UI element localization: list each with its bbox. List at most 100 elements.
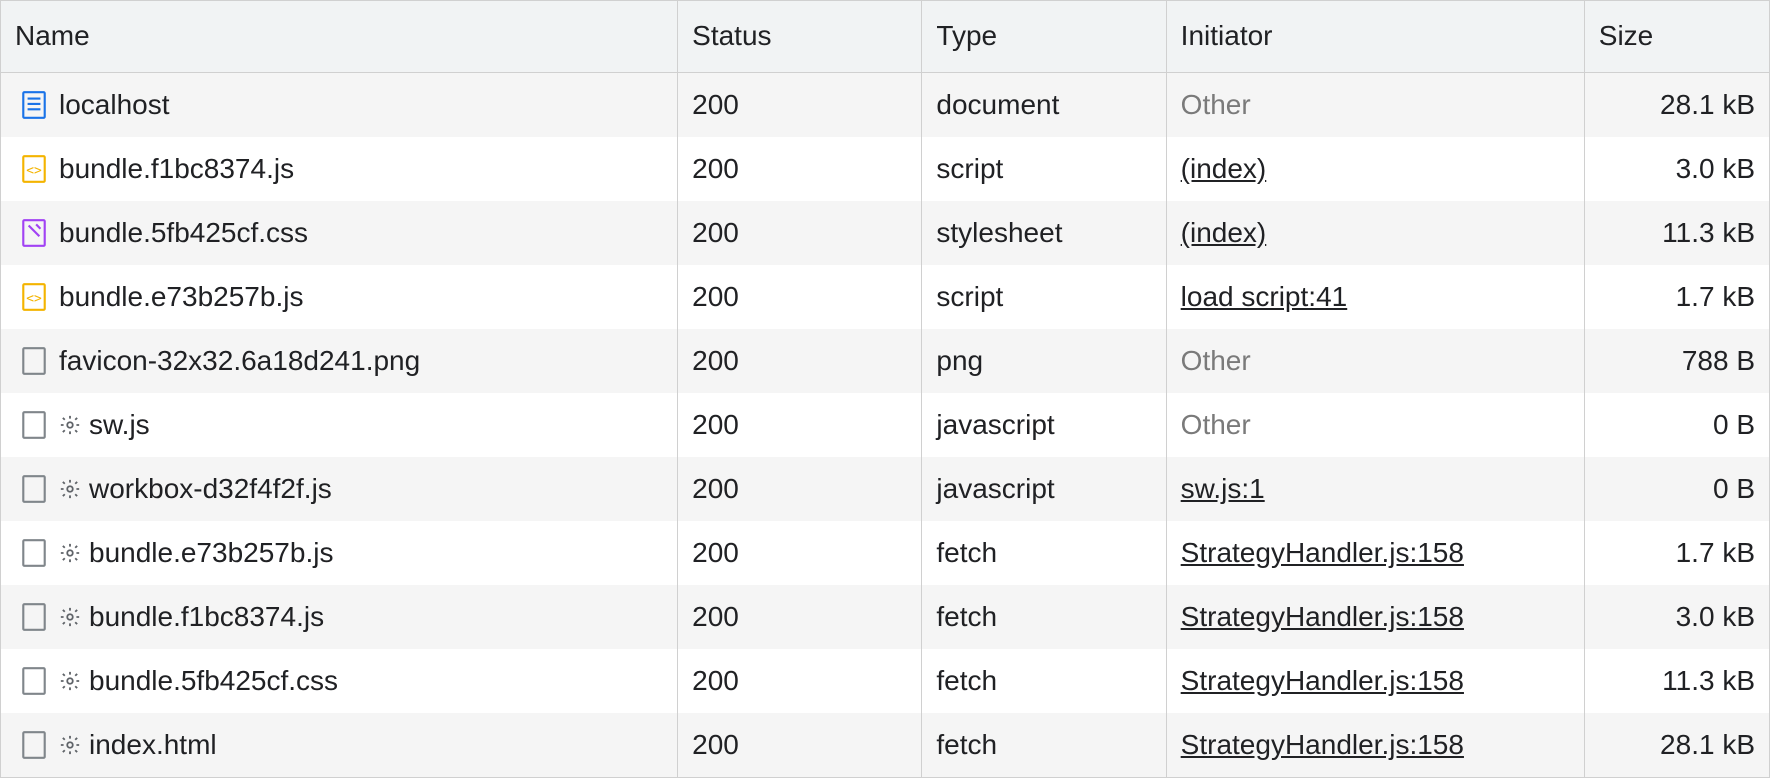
cell-size: 1.7 kB bbox=[1584, 265, 1769, 329]
column-header-type[interactable]: Type bbox=[922, 1, 1166, 73]
cell-status: 200 bbox=[678, 265, 922, 329]
initiator-link[interactable]: StrategyHandler.js:158 bbox=[1181, 729, 1464, 760]
cell-initiator[interactable]: StrategyHandler.js:158 bbox=[1166, 713, 1584, 778]
cell-type: fetch bbox=[922, 713, 1166, 778]
cell-name[interactable]: bundle.5fb425cf.css bbox=[1, 201, 678, 265]
blank-file-icon bbox=[21, 410, 47, 440]
cell-initiator[interactable]: load script:41 bbox=[1166, 265, 1584, 329]
service-worker-gear-icon bbox=[59, 414, 81, 436]
network-row[interactable]: bundle.5fb425cf.css200stylesheet(index)1… bbox=[1, 201, 1770, 265]
cell-name[interactable]: workbox-d32f4f2f.js bbox=[1, 457, 678, 521]
initiator-link[interactable]: StrategyHandler.js:158 bbox=[1181, 537, 1464, 568]
request-name: localhost bbox=[59, 89, 170, 121]
cell-name[interactable]: bundle.5fb425cf.css bbox=[1, 649, 678, 713]
column-header-name[interactable]: Name bbox=[1, 1, 678, 73]
cell-type: script bbox=[922, 137, 1166, 201]
network-row[interactable]: bundle.e73b257b.js 200fetch StrategyHandle… bbox=[1, 521, 1770, 585]
service-worker-gear-icon bbox=[59, 606, 81, 628]
cell-status: 200 bbox=[678, 393, 922, 457]
cell-type: javascript bbox=[922, 393, 1166, 457]
cell-size: 1.7 kB bbox=[1584, 521, 1769, 585]
network-row[interactable]: index.html 200fetch StrategyHandler.js:158… bbox=[1, 713, 1770, 778]
cell-status: 200 bbox=[678, 457, 922, 521]
network-row[interactable]: <> bundle.e73b257b.js200script load scrip… bbox=[1, 265, 1770, 329]
cell-name[interactable]: index.html bbox=[1, 713, 678, 778]
cell-status: 200 bbox=[678, 713, 922, 778]
cell-size: 28.1 kB bbox=[1584, 713, 1769, 778]
cell-initiator[interactable]: (index) bbox=[1166, 137, 1584, 201]
svg-text:<>: <> bbox=[26, 291, 42, 306]
blank-file-icon bbox=[21, 538, 47, 568]
cell-size: 3.0 kB bbox=[1584, 137, 1769, 201]
css-file-icon bbox=[21, 218, 47, 248]
column-header-initiator[interactable]: Initiator bbox=[1166, 1, 1584, 73]
initiator-link[interactable]: StrategyHandler.js:158 bbox=[1181, 665, 1464, 696]
blank-file-icon bbox=[21, 730, 47, 760]
cell-status: 200 bbox=[678, 137, 922, 201]
cell-status: 200 bbox=[678, 329, 922, 393]
request-name: bundle.5fb425cf.css bbox=[89, 665, 338, 697]
service-worker-gear-icon bbox=[59, 542, 81, 564]
initiator-link[interactable]: sw.js:1 bbox=[1181, 473, 1265, 504]
request-name: workbox-d32f4f2f.js bbox=[89, 473, 332, 505]
cell-initiator[interactable]: StrategyHandler.js:158 bbox=[1166, 585, 1584, 649]
cell-status: 200 bbox=[678, 73, 922, 138]
request-name: bundle.f1bc8374.js bbox=[89, 601, 324, 633]
cell-status: 200 bbox=[678, 521, 922, 585]
cell-name[interactable]: <> bundle.f1bc8374.js bbox=[1, 137, 678, 201]
service-worker-gear-icon bbox=[59, 478, 81, 500]
cell-size: 0 B bbox=[1584, 393, 1769, 457]
cell-name[interactable]: bundle.f1bc8374.js bbox=[1, 585, 678, 649]
cell-type: png bbox=[922, 329, 1166, 393]
cell-size: 28.1 kB bbox=[1584, 73, 1769, 138]
request-name: index.html bbox=[89, 729, 217, 761]
cell-type: fetch bbox=[922, 521, 1166, 585]
column-header-status[interactable]: Status bbox=[678, 1, 922, 73]
network-row[interactable]: workbox-d32f4f2f.js 200javascript sw.js:1 0… bbox=[1, 457, 1770, 521]
request-name: sw.js bbox=[89, 409, 150, 441]
service-worker-gear-icon bbox=[59, 734, 81, 756]
service-worker-gear-icon bbox=[59, 670, 81, 692]
cell-name[interactable]: favicon-32x32.6a18d241.png bbox=[1, 329, 678, 393]
cell-size: 11.3 kB bbox=[1584, 201, 1769, 265]
cell-initiator[interactable]: StrategyHandler.js:158 bbox=[1166, 521, 1584, 585]
svg-text:<>: <> bbox=[26, 163, 42, 178]
cell-type: fetch bbox=[922, 585, 1166, 649]
cell-type: document bbox=[922, 73, 1166, 138]
blank-file-icon bbox=[21, 666, 47, 696]
blank-file-icon bbox=[21, 346, 47, 376]
cell-type: stylesheet bbox=[922, 201, 1166, 265]
blank-file-icon bbox=[21, 474, 47, 504]
network-requests-table: Name Status Type Initiator Size localhos… bbox=[0, 0, 1770, 778]
cell-name[interactable]: sw.js bbox=[1, 393, 678, 457]
cell-initiator: Other bbox=[1166, 73, 1584, 138]
cell-name[interactable]: bundle.e73b257b.js bbox=[1, 521, 678, 585]
cell-size: 0 B bbox=[1584, 457, 1769, 521]
cell-initiator[interactable]: sw.js:1 bbox=[1166, 457, 1584, 521]
cell-initiator[interactable]: StrategyHandler.js:158 bbox=[1166, 649, 1584, 713]
cell-status: 200 bbox=[678, 649, 922, 713]
cell-name[interactable]: <> bundle.e73b257b.js bbox=[1, 265, 678, 329]
cell-initiator[interactable]: (index) bbox=[1166, 201, 1584, 265]
network-row[interactable]: sw.js200javascriptOther0 B bbox=[1, 393, 1770, 457]
cell-type: script bbox=[922, 265, 1166, 329]
network-row[interactable]: localhost 200documentOther28.1 kB bbox=[1, 73, 1770, 138]
initiator-link[interactable]: (index) bbox=[1181, 153, 1267, 184]
cell-initiator: Other bbox=[1166, 329, 1584, 393]
cell-size: 11.3 kB bbox=[1584, 649, 1769, 713]
network-row[interactable]: <> bundle.f1bc8374.js200script(index)3.0… bbox=[1, 137, 1770, 201]
initiator-link[interactable]: StrategyHandler.js:158 bbox=[1181, 601, 1464, 632]
initiator-link[interactable]: load script:41 bbox=[1181, 281, 1348, 312]
request-name: bundle.f1bc8374.js bbox=[59, 153, 294, 185]
js-file-icon: <> bbox=[21, 154, 47, 184]
network-row[interactable]: bundle.f1bc8374.js 200fetch StrategyHandle… bbox=[1, 585, 1770, 649]
network-row[interactable]: favicon-32x32.6a18d241.png200pngOther788… bbox=[1, 329, 1770, 393]
request-name: bundle.e73b257b.js bbox=[89, 537, 333, 569]
cell-status: 200 bbox=[678, 585, 922, 649]
table-header-row: Name Status Type Initiator Size bbox=[1, 1, 1770, 73]
cell-name[interactable]: localhost bbox=[1, 73, 678, 138]
network-row[interactable]: bundle.5fb425cf.css200fetchStrategyHandl… bbox=[1, 649, 1770, 713]
cell-type: javascript bbox=[922, 457, 1166, 521]
column-header-size[interactable]: Size bbox=[1584, 1, 1769, 73]
initiator-link[interactable]: (index) bbox=[1181, 217, 1267, 248]
